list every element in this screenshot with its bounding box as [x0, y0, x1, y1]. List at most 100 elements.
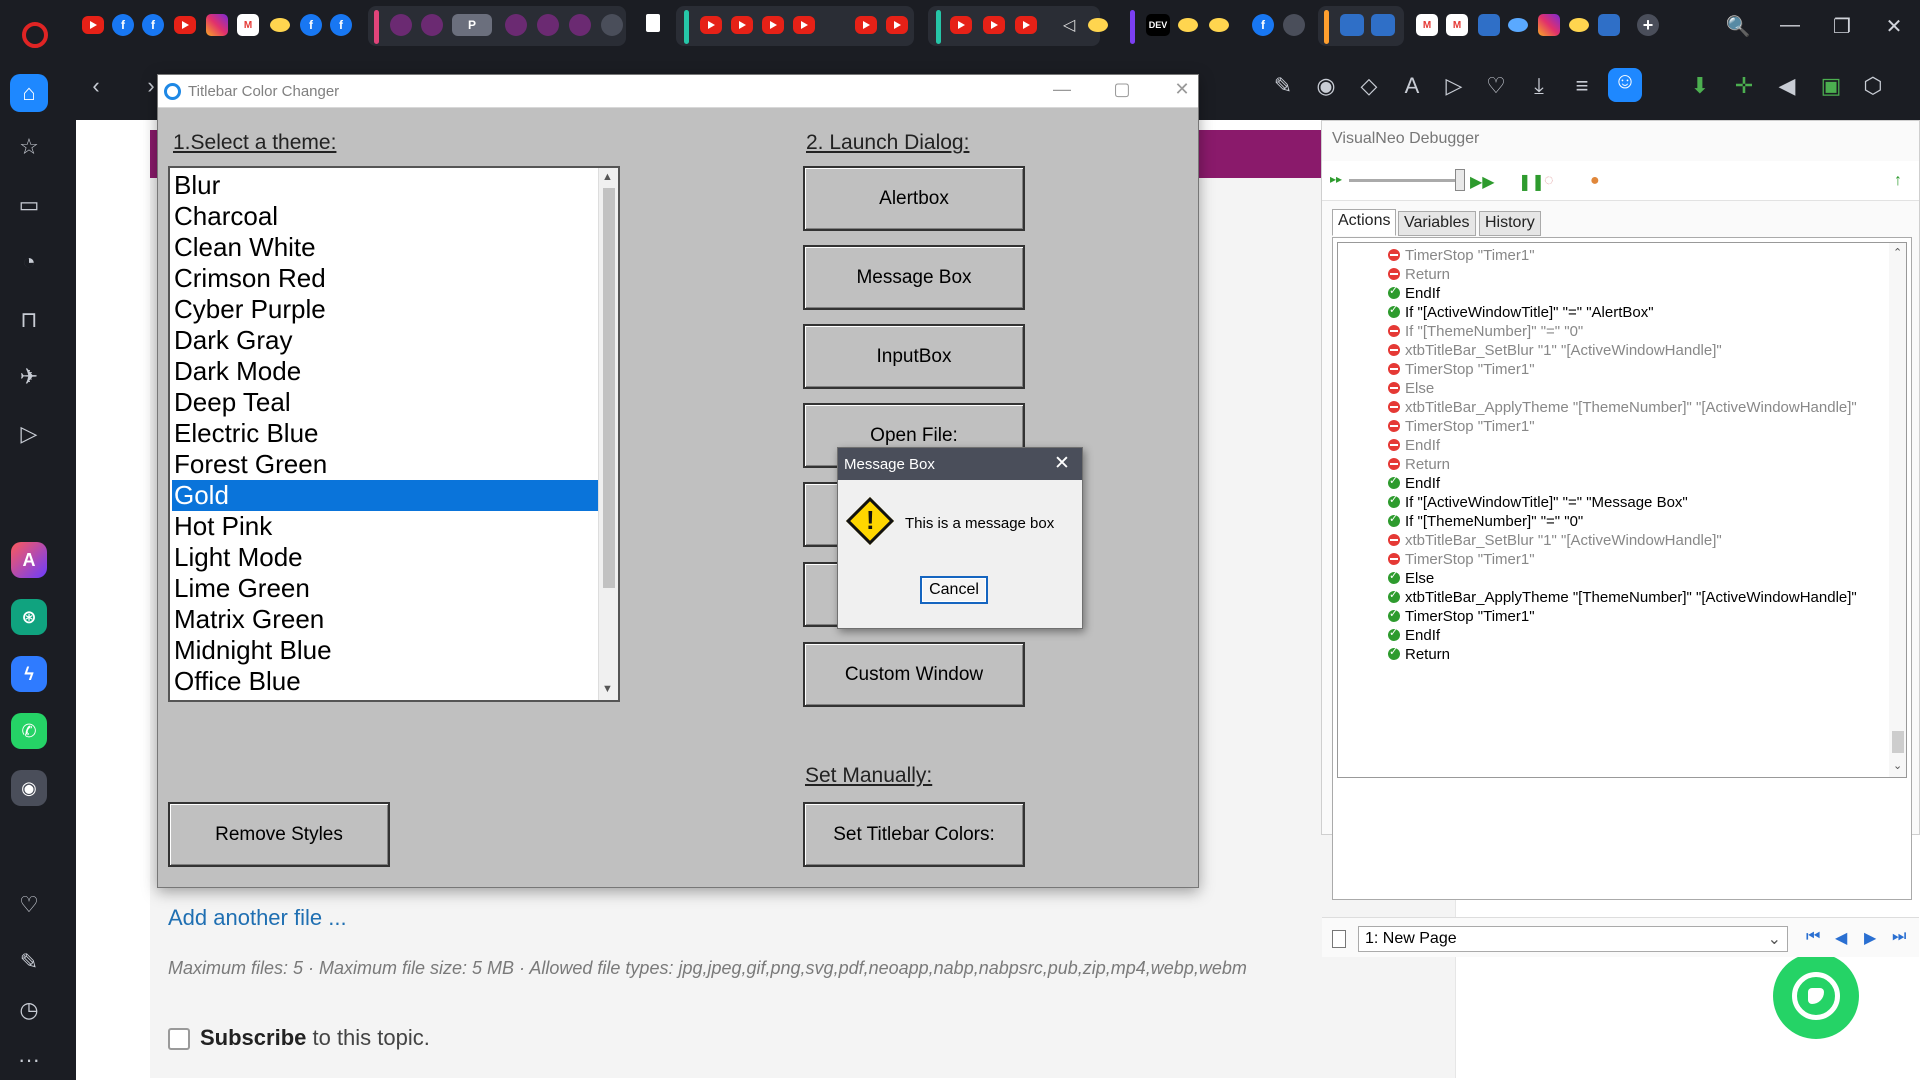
action-line[interactable]: EndIf	[1388, 625, 1440, 645]
tab-youtube-icon[interactable]	[731, 16, 753, 34]
theme-item[interactable]: Lime Green	[172, 573, 598, 604]
scroll-down-icon[interactable]: ⌄	[1893, 759, 1902, 772]
action-line[interactable]: xtbTitleBar_SetBlur "1" "[ActiveWindowHa…	[1388, 340, 1722, 360]
stop-icon[interactable]: ◌	[1544, 172, 1554, 190]
alertbox-button[interactable]: Alertbox	[803, 166, 1025, 231]
theme-list-scrollbar[interactable]: ▲ ▼	[598, 168, 618, 700]
tab-instagram-icon[interactable]	[206, 14, 228, 36]
tab-podcast-icon[interactable]	[390, 14, 412, 36]
history-clock-icon[interactable]: ◷	[14, 995, 44, 1025]
tab-facebook-icon[interactable]: f	[300, 14, 322, 36]
extension-icon[interactable]: ✛	[1730, 73, 1758, 99]
new-tab-plus-icon[interactable]: +	[1637, 14, 1659, 36]
profile-icon[interactable]: ☺	[1608, 68, 1642, 102]
subscribe-checkbox[interactable]	[168, 1028, 190, 1050]
shield-icon[interactable]: ◇	[1355, 73, 1383, 99]
action-line[interactable]: Else	[1388, 378, 1434, 398]
theme-listbox[interactable]: Blur Charcoal Clean White Crimson Red Cy…	[168, 166, 620, 702]
prev-page-icon[interactable]: ◀	[1835, 928, 1847, 948]
action-line[interactable]: EndIf	[1388, 435, 1440, 455]
theme-item[interactable]: Crimson Red	[172, 263, 598, 294]
tab-facebook-icon[interactable]: f	[1252, 14, 1274, 36]
history-pie-icon[interactable]: ◔	[14, 247, 44, 277]
scroll-up-icon[interactable]: ▲	[602, 171, 613, 183]
breakpoint-person-icon[interactable]: ●	[1590, 172, 1600, 190]
tab-yellow-icon[interactable]	[1088, 18, 1108, 32]
theme-item[interactable]: Deep Teal	[172, 387, 598, 418]
theme-item[interactable]: Office Blue	[172, 666, 598, 697]
tab-variables[interactable]: Variables	[1398, 211, 1476, 236]
tab-podcast-icon-active[interactable]: P	[452, 14, 492, 36]
tab-yellow-icon[interactable]	[1209, 18, 1229, 32]
minimize-icon[interactable]: —	[1047, 79, 1077, 100]
message-box-button[interactable]: Message Box	[803, 245, 1025, 310]
tab-youtube-icon[interactable]	[983, 16, 1005, 34]
tab-podcast-icon[interactable]	[421, 14, 443, 36]
tab-youtube-icon[interactable]	[950, 16, 972, 34]
tab-mute-icon[interactable]: ◁	[1058, 14, 1080, 36]
tab-translate-icon[interactable]	[1478, 14, 1500, 36]
heart-icon[interactable]: ♡	[1482, 73, 1510, 99]
theme-item[interactable]: Dark Mode	[172, 356, 598, 387]
inputbox-button[interactable]: InputBox	[803, 324, 1025, 389]
tab-chatgpt-icon[interactable]	[1283, 14, 1305, 36]
action-line[interactable]: TimerStop "Timer1"	[1388, 606, 1535, 626]
slow-speed-icon[interactable]: ▸▸	[1330, 172, 1342, 186]
tab-window-icon[interactable]	[1371, 14, 1395, 36]
add-another-file-link[interactable]: Add another file ...	[168, 905, 347, 931]
action-line[interactable]: Return	[1388, 454, 1450, 474]
next-page-icon[interactable]: ▶	[1864, 928, 1876, 948]
travel-plane-icon[interactable]: ✈	[14, 362, 44, 392]
maximize-icon[interactable]: ▢	[1107, 79, 1137, 100]
aria-app-icon[interactable]: A	[11, 542, 47, 578]
theme-item[interactable]: Cyber Purple	[172, 294, 598, 325]
player-video-icon[interactable]: ▷	[14, 419, 44, 449]
theme-item[interactable]: Blur	[172, 170, 598, 201]
opera-logo-icon[interactable]	[22, 22, 48, 48]
theme-item[interactable]: Hot Pink	[172, 511, 598, 542]
tab-facebook-icon[interactable]: f	[112, 14, 134, 36]
close-icon[interactable]: ✕	[1167, 79, 1197, 100]
actions-list[interactable]: TimerStop "Timer1" Return EndIf If "[Act…	[1337, 242, 1907, 778]
home-icon[interactable]: ⌂	[10, 74, 48, 112]
action-line[interactable]: TimerStop "Timer1"	[1388, 416, 1535, 436]
theme-item[interactable]: Forest Green	[172, 449, 598, 480]
theme-item[interactable]: Electric Blue	[172, 418, 598, 449]
action-line[interactable]: Return	[1388, 644, 1450, 664]
easy-setup-icon[interactable]: ≡	[1568, 73, 1596, 99]
scroll-thumb[interactable]	[603, 188, 615, 588]
minimize-icon[interactable]: —	[1777, 14, 1803, 37]
translate-icon[interactable]: A	[1398, 73, 1426, 99]
scroll-down-icon[interactable]: ▼	[602, 683, 613, 695]
fast-speed-icon[interactable]: ▶▶	[1470, 172, 1495, 192]
tab-window-icon[interactable]	[1340, 14, 1364, 36]
tab-youtube-icon[interactable]	[1015, 16, 1037, 34]
tab-facebook-icon[interactable]: f	[330, 14, 352, 36]
my-flow-edit-icon[interactable]: ✎	[14, 947, 44, 977]
extensions-cube-icon[interactable]: ⬡	[1859, 73, 1887, 99]
step-up-arrow-icon[interactable]: ↑	[1894, 172, 1902, 190]
tab-yellow-icon[interactable]	[270, 18, 290, 32]
snapshot-edit-icon[interactable]: ✎	[1269, 73, 1297, 99]
tab-youtube-icon[interactable]	[174, 16, 196, 34]
theme-item[interactable]: Midnight Blue	[172, 635, 598, 666]
scroll-thumb[interactable]	[1892, 731, 1904, 753]
action-line[interactable]: xtbTitleBar_SetBlur "1" "[ActiveWindowHa…	[1388, 530, 1722, 550]
tab-translate-icon[interactable]	[1598, 14, 1620, 36]
theme-item[interactable]: Dark Gray	[172, 325, 598, 356]
action-line[interactable]: TimerStop "Timer1"	[1388, 245, 1535, 265]
cancel-button[interactable]: Cancel	[920, 576, 988, 604]
tab-gmail-icon[interactable]: M	[237, 14, 259, 36]
action-line[interactable]: TimerStop "Timer1"	[1388, 359, 1535, 379]
tab-cloud-icon[interactable]	[1508, 18, 1528, 32]
action-line[interactable]: EndIf	[1388, 473, 1440, 493]
set-titlebar-colors-button[interactable]: Set Titlebar Colors:	[803, 802, 1025, 867]
messenger-app-icon[interactable]: ϟ	[11, 656, 47, 692]
green-extension-icon[interactable]: ▣	[1817, 73, 1845, 99]
bookmarks-star-icon[interactable]: ☆	[14, 132, 44, 162]
tab-document-icon[interactable]	[646, 14, 660, 32]
tab-dev-icon[interactable]: DEV	[1146, 14, 1170, 36]
action-line[interactable]: TimerStop "Timer1"	[1388, 549, 1535, 569]
tab-youtube-icon[interactable]	[762, 16, 784, 34]
tab-yellow-icon[interactable]	[1178, 18, 1198, 32]
